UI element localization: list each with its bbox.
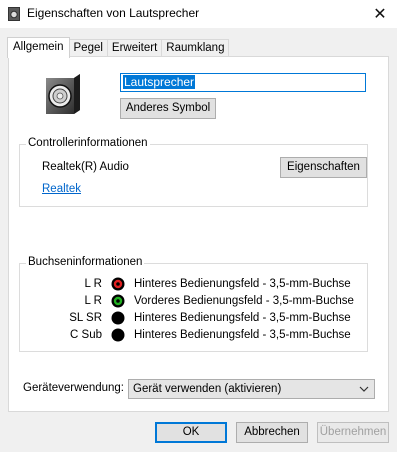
usage-selected-value: Gerät verwenden (aktivieren) bbox=[133, 383, 282, 395]
jack-color-icon bbox=[111, 294, 125, 308]
jack-group-title: Buchseninformationen bbox=[26, 256, 145, 268]
jack-channels: L R bbox=[84, 295, 102, 307]
tab-allgemein[interactable]: Allgemein bbox=[7, 37, 70, 58]
controller-group-title: Controllerinformationen bbox=[26, 137, 150, 149]
jack-description: Hinteres Bedienungsfeld - 3,5-mm-Buchse bbox=[134, 278, 351, 290]
controller-group: Controllerinformationen Realtek(R) Audio… bbox=[19, 137, 368, 207]
close-icon: ✕ bbox=[373, 6, 387, 23]
jack-row: L R Hinteres Bedienungsfeld - 3,5-mm-Buch… bbox=[38, 276, 378, 292]
speaker-icon bbox=[46, 74, 80, 114]
jack-color-icon bbox=[111, 328, 125, 342]
device-name-value: Lautsprecher bbox=[123, 75, 196, 89]
jack-row: L R Vorderes Bedienungsfeld - 3,5-mm-Buch… bbox=[38, 293, 378, 309]
jack-channels: C Sub bbox=[70, 329, 102, 341]
jack-description: Hinteres Bedienungsfeld - 3,5-mm-Buchse bbox=[134, 329, 351, 341]
title-bar: Eigenschaften von Lautsprecher ✕ bbox=[0, 0, 397, 28]
usage-select[interactable]: Gerät verwenden (aktivieren) bbox=[128, 379, 375, 399]
change-icon-button[interactable]: Anderes Symbol bbox=[120, 98, 216, 119]
tab-erweitert[interactable]: Erweitert bbox=[106, 39, 163, 57]
jack-color-icon bbox=[111, 277, 125, 291]
controller-name: Realtek(R) Audio bbox=[42, 161, 129, 173]
usage-label: Geräteverwendung: bbox=[23, 382, 125, 394]
jack-color-icon bbox=[111, 311, 125, 325]
speaker-icon bbox=[8, 7, 20, 21]
jack-info-group: Buchseninformationen L R Hinteres Bedienu… bbox=[19, 256, 368, 352]
jack-channels: L R bbox=[84, 278, 102, 290]
tab-pegel[interactable]: Pegel bbox=[68, 39, 108, 57]
ok-button[interactable]: OK bbox=[155, 422, 227, 443]
jack-row: C Sub Hinteres Bedienungsfeld - 3,5-mm-Bu… bbox=[38, 327, 378, 343]
apply-button[interactable]: Übernehmen bbox=[317, 422, 389, 443]
tab-strip: Allgemein Pegel Erweitert Raumklang bbox=[7, 37, 230, 58]
jack-channels: SL SR bbox=[69, 312, 102, 324]
cancel-button[interactable]: Abbrechen bbox=[236, 422, 308, 443]
window-title: Eigenschaften von Lautsprecher bbox=[27, 6, 200, 20]
vendor-link[interactable]: Realtek bbox=[42, 183, 81, 195]
jack-description: Hinteres Bedienungsfeld - 3,5-mm-Buchse bbox=[134, 312, 351, 324]
jack-row: SL SR Hinteres Bedienungsfeld - 3,5-mm-Bu… bbox=[38, 310, 378, 326]
close-button[interactable]: ✕ bbox=[363, 0, 397, 28]
device-name-input[interactable]: Lautsprecher bbox=[120, 73, 366, 92]
tab-raumklang[interactable]: Raumklang bbox=[161, 39, 230, 57]
controller-properties-button[interactable]: Eigenschaften bbox=[280, 157, 367, 178]
chevron-down-icon bbox=[359, 386, 369, 392]
jack-description: Vorderes Bedienungsfeld - 3,5-mm-Buchse bbox=[134, 295, 354, 307]
